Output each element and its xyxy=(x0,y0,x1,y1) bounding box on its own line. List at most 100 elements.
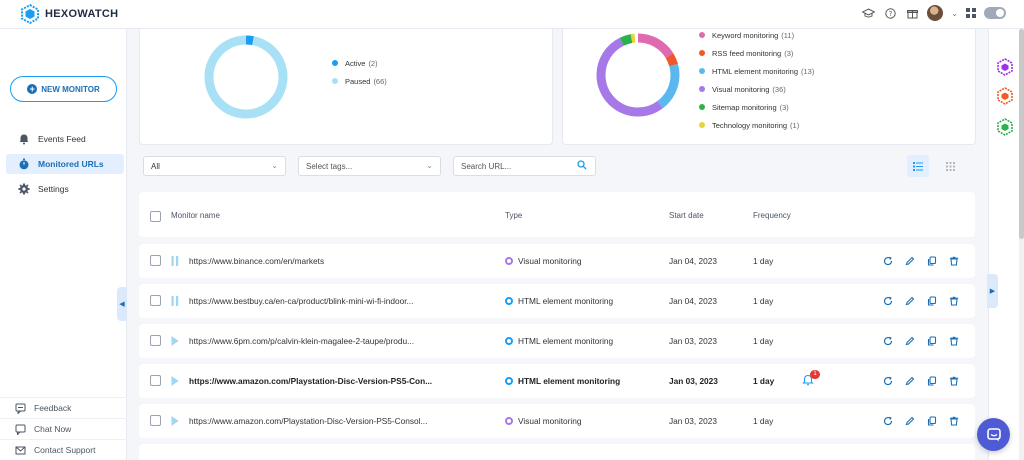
frequency: 1 day xyxy=(753,256,774,266)
sidebar-bottom-links: Feedback Chat Now Contact Support xyxy=(0,397,127,460)
table-row[interactable]: https://www.binance.com/en/markets Visua… xyxy=(139,244,975,278)
collapse-sidebar-button[interactable]: ◀ xyxy=(117,287,127,321)
logo[interactable]: HEXOWATCH xyxy=(20,4,118,24)
play-icon[interactable] xyxy=(171,416,179,426)
delete-icon[interactable] xyxy=(947,334,961,348)
copy-icon[interactable] xyxy=(925,294,939,308)
monitor-url[interactable]: https://www.amazon.com/Playstation-Disc-… xyxy=(189,376,449,386)
copy-icon[interactable] xyxy=(925,254,939,268)
page-scrollbar[interactable] xyxy=(1019,29,1024,460)
chat-now-link[interactable]: Chat Now xyxy=(0,418,127,439)
hexomatic-app-icon[interactable] xyxy=(997,58,1013,76)
scrollbar-thumb[interactable] xyxy=(1019,29,1024,239)
monitor-type: Visual monitoring xyxy=(505,256,582,266)
edit-icon[interactable] xyxy=(903,374,917,388)
delete-icon[interactable] xyxy=(947,294,961,308)
column-header-frequency[interactable]: Frequency xyxy=(753,211,791,220)
type-ring-icon xyxy=(505,417,513,425)
plus-icon: + xyxy=(27,84,38,94)
chat-icon xyxy=(14,423,26,435)
feedback-link[interactable]: Feedback xyxy=(0,397,127,418)
row-checkbox[interactable] xyxy=(150,375,161,386)
monitor-url[interactable]: https://www.6pm.com/p/calvin-klein-magal… xyxy=(189,336,449,346)
contact-support-link[interactable]: Contact Support xyxy=(0,439,127,460)
table-row[interactable]: https://www.amazon.com/Playstation-Disc-… xyxy=(139,404,975,438)
copy-icon[interactable] xyxy=(925,414,939,428)
row-checkbox[interactable] xyxy=(150,335,161,346)
chevron-down-icon[interactable]: ⌄ xyxy=(951,9,958,18)
sidebar-item-events-feed[interactable]: Events Feed xyxy=(6,129,124,149)
refresh-icon[interactable] xyxy=(881,374,895,388)
table-row[interactable]: https://www.amazon.com/Playstation-Disc-… xyxy=(139,364,975,398)
notification-badge: 1 xyxy=(810,370,820,379)
hexometer-app-icon[interactable] xyxy=(997,118,1013,136)
refresh-icon[interactable] xyxy=(881,294,895,308)
frequency: 1 day xyxy=(753,416,774,426)
chevron-right-icon: ▶ xyxy=(989,288,996,295)
legend-item-technology: Technology monitoring (1) xyxy=(699,116,814,134)
delete-icon[interactable] xyxy=(947,414,961,428)
expand-right-panel-button[interactable]: ▶ xyxy=(987,274,998,308)
user-avatar[interactable] xyxy=(927,5,944,21)
apps-grid-icon[interactable] xyxy=(966,8,976,18)
refresh-icon[interactable] xyxy=(881,254,895,268)
monitor-url[interactable]: https://www.bestbuy.ca/en-ca/product/bli… xyxy=(189,296,449,306)
bell-icon xyxy=(18,133,30,145)
row-checkbox[interactable] xyxy=(150,415,161,426)
column-header-type[interactable]: Type xyxy=(505,211,522,220)
monitor-type-label: HTML element monitoring xyxy=(518,376,621,386)
chevron-down-icon: ⌄ xyxy=(271,161,278,170)
status-select[interactable]: All ⌄ xyxy=(143,156,286,176)
delete-icon[interactable] xyxy=(947,254,961,268)
chat-widget-button[interactable] xyxy=(977,418,1010,451)
delete-icon[interactable] xyxy=(947,374,961,388)
theme-toggle[interactable] xyxy=(984,7,1006,19)
play-icon[interactable] xyxy=(171,376,179,386)
pause-icon[interactable] xyxy=(171,296,179,306)
new-monitor-button[interactable]: + NEW MONITOR xyxy=(10,76,117,102)
legend-item-paused: Paused (66) xyxy=(332,72,387,90)
chat-now-label: Chat Now xyxy=(34,424,72,434)
legend-dot xyxy=(699,122,705,128)
gift-icon[interactable] xyxy=(905,6,919,20)
row-checkbox[interactable] xyxy=(150,255,161,266)
refresh-icon[interactable] xyxy=(881,414,895,428)
edit-icon[interactable] xyxy=(903,414,917,428)
row-checkbox[interactable] xyxy=(150,295,161,306)
copy-icon[interactable] xyxy=(925,334,939,348)
tags-select[interactable]: Select tags... ⌄ xyxy=(298,156,441,176)
table-row-partial[interactable] xyxy=(139,444,975,460)
monitor-url[interactable]: https://www.binance.com/en/markets xyxy=(189,256,449,266)
list-view-button[interactable] xyxy=(907,155,929,177)
sidebar-item-monitored-urls[interactable]: Monitored URLs xyxy=(6,154,124,174)
table-row[interactable]: https://www.6pm.com/p/calvin-klein-magal… xyxy=(139,324,975,358)
table-row[interactable]: https://www.bestbuy.ca/en-ca/product/bli… xyxy=(139,284,975,318)
feedback-label: Feedback xyxy=(34,403,72,413)
graduation-cap-icon[interactable] xyxy=(861,6,875,20)
help-icon[interactable]: ? xyxy=(883,6,897,20)
pause-icon[interactable] xyxy=(171,256,179,266)
search-url-placeholder: Search URL... xyxy=(461,161,512,171)
legend-dot xyxy=(332,60,338,66)
select-all-checkbox[interactable] xyxy=(150,211,161,222)
column-header-start-date[interactable]: Start date xyxy=(669,211,704,220)
legend-count: (36) xyxy=(772,84,786,94)
copy-icon[interactable] xyxy=(925,374,939,388)
grid-view-button[interactable] xyxy=(939,155,961,177)
refresh-icon[interactable] xyxy=(881,334,895,348)
play-icon[interactable] xyxy=(171,336,179,346)
start-date: Jan 04, 2023 xyxy=(669,296,717,306)
edit-icon[interactable] xyxy=(903,294,917,308)
chat-bubble-icon xyxy=(986,427,1001,441)
edit-icon[interactable] xyxy=(903,334,917,348)
search-url-input[interactable]: Search URL... xyxy=(453,156,596,176)
monitor-url[interactable]: https://www.amazon.com/Playstation-Disc-… xyxy=(189,416,449,426)
row-actions xyxy=(881,254,961,268)
sidebar-item-settings[interactable]: Settings xyxy=(6,179,124,199)
feedback-icon xyxy=(14,402,26,414)
hexospark-app-icon[interactable] xyxy=(997,87,1013,105)
column-header-name[interactable]: Monitor name xyxy=(171,211,220,220)
legend-count: (2) xyxy=(368,58,378,68)
legend-count: (1) xyxy=(790,120,800,130)
edit-icon[interactable] xyxy=(903,254,917,268)
